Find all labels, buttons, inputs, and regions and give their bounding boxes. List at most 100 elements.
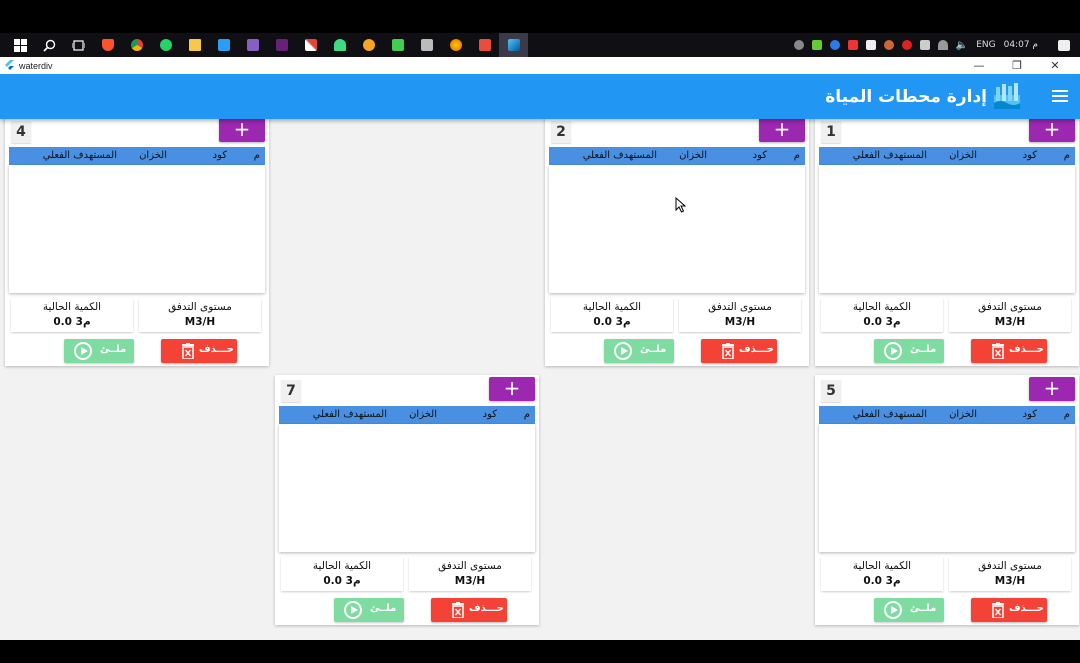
column-index: م — [1063, 409, 1070, 420]
fill-button[interactable]: ملــئ — [874, 339, 944, 363]
flow-rate-unit: M3/H — [454, 575, 486, 587]
tanks-table-body — [819, 165, 1075, 293]
fill-label: ملــئ — [370, 603, 397, 614]
current-quantity-label: الكمية الحالية — [852, 301, 912, 313]
firefox-icon[interactable] — [441, 33, 470, 57]
task-view-icon[interactable] — [64, 33, 93, 57]
delete-label: حـــذف — [739, 344, 774, 355]
flow-rate-box: مستوى التدفق M3/H — [679, 298, 801, 332]
whatsapp-icon[interactable] — [151, 33, 180, 57]
delete-label: حـــذف — [1009, 344, 1044, 355]
qt-creator-icon[interactable] — [383, 33, 412, 57]
flow-rate-box: مستوى التدفق M3/H — [409, 557, 531, 591]
delete-label: حـــذف — [199, 344, 234, 355]
snipping-icon[interactable] — [296, 33, 325, 57]
delete-button[interactable]: حـــذف — [971, 339, 1047, 363]
minimize-button[interactable]: — — [960, 57, 998, 74]
visual-studio-icon[interactable] — [238, 33, 267, 57]
flutter-app-icon — [4, 59, 16, 72]
current-quantity-box: الكمية الحالية 0.0 م3 — [821, 557, 943, 591]
tanks-table-body — [549, 165, 805, 293]
add-tank-button[interactable]: + — [759, 119, 805, 142]
water-station-logo-icon — [994, 83, 1020, 109]
column-tank: الخزان — [139, 150, 167, 161]
tanks-table-body — [819, 424, 1075, 552]
storage-icon[interactable] — [412, 33, 441, 57]
wifi-icon[interactable] — [937, 40, 948, 50]
visual-studio-2-icon[interactable] — [267, 33, 296, 57]
column-index: م — [793, 150, 800, 161]
tray-app-icon[interactable] — [811, 40, 822, 50]
hamburger-menu-icon[interactable] — [1050, 86, 1070, 106]
column-index: م — [1063, 150, 1070, 161]
restore-button[interactable]: ❐ — [998, 57, 1036, 74]
column-target: المستهدف الفعلي — [852, 409, 927, 420]
flow-rate-unit: M3/H — [994, 575, 1026, 587]
play-circle-icon — [74, 342, 92, 360]
table-header: م كود الخزان المستهدف الفعلي — [549, 147, 805, 165]
tanks-table-body — [279, 424, 535, 552]
brave-icon[interactable] — [93, 33, 122, 57]
column-target: المستهدف الفعلي — [582, 150, 657, 161]
column-code: كود — [482, 409, 497, 420]
station-number: 2 — [551, 121, 571, 143]
tray-red-icon[interactable] — [847, 40, 858, 50]
search-icon[interactable] — [35, 33, 64, 57]
language-indicator[interactable]: ENG — [976, 40, 995, 50]
delete-button[interactable]: حـــذف — [971, 598, 1047, 622]
station-number: 4 — [11, 121, 31, 143]
add-tank-button[interactable]: + — [1029, 119, 1075, 142]
people-icon[interactable] — [793, 40, 804, 50]
volume-icon[interactable]: 🔈 — [956, 40, 968, 51]
flutter-icon[interactable] — [499, 33, 528, 57]
table-header: م كود الخزان المستهدف الفعلي — [9, 147, 265, 165]
play-circle-icon — [344, 601, 362, 619]
column-tank: الخزان — [949, 150, 977, 161]
column-target: المستهدف الفعلي — [852, 150, 927, 161]
flow-rate-label: مستوى التدفق — [708, 301, 772, 313]
fill-button[interactable]: ملــئ — [874, 598, 944, 622]
current-quantity-value: 0.0 م3 — [53, 316, 91, 328]
add-tank-button[interactable]: + — [489, 377, 535, 401]
current-quantity-label: الكمية الحالية — [582, 301, 642, 313]
tray-brown-icon[interactable] — [883, 40, 894, 50]
column-tank: الخزان — [679, 150, 707, 161]
delete-button[interactable]: حـــذف — [431, 598, 507, 622]
fill-button[interactable]: ملــئ — [334, 598, 404, 622]
add-tank-button[interactable]: + — [1029, 377, 1075, 401]
fill-button[interactable]: ملــئ — [604, 339, 674, 363]
android-studio-icon[interactable] — [325, 33, 354, 57]
vscode-icon[interactable] — [209, 33, 238, 57]
flow-rate-unit: M3/H — [724, 316, 756, 328]
notification-icon[interactable] — [1058, 39, 1070, 51]
current-quantity-box: الكمية الحالية 0.0 م3 — [821, 298, 943, 332]
app-icon[interactable] — [354, 33, 383, 57]
chrome-icon[interactable] — [122, 33, 151, 57]
fill-button[interactable]: ملــئ — [64, 339, 134, 363]
battery-icon[interactable] — [919, 40, 930, 50]
delete-button[interactable]: حـــذف — [161, 339, 237, 363]
station-number: 5 — [821, 380, 841, 402]
play-circle-icon — [884, 601, 902, 619]
app-bar: إدارة محطات المياة — [0, 74, 1080, 119]
station-card-4: 4 + م كود الخزان المستهدف الفعلي مستوى ا… — [5, 119, 269, 366]
clock[interactable]: 04:07 م — [1004, 40, 1038, 50]
current-quantity-value: 0.0 م3 — [593, 316, 631, 328]
column-tank: الخزان — [949, 409, 977, 420]
codeblocks-icon[interactable] — [470, 33, 499, 57]
table-header: م كود الخزان المستهدف الفعلي — [819, 147, 1075, 165]
tray-white-icon[interactable] — [865, 40, 876, 50]
flow-rate-label: مستوى التدفق — [978, 560, 1042, 572]
windows-start-icon[interactable] — [6, 33, 35, 57]
add-tank-button[interactable]: + — [219, 119, 265, 142]
delete-button[interactable]: حـــذف — [701, 339, 777, 363]
close-button[interactable]: ✕ — [1036, 57, 1074, 74]
bluetooth-icon[interactable] — [829, 40, 840, 50]
antivirus-icon[interactable] — [901, 40, 912, 50]
flow-rate-unit: M3/H — [994, 316, 1026, 328]
trash-icon — [722, 343, 734, 359]
tanks-table-body — [9, 165, 265, 293]
file-explorer-icon[interactable] — [180, 33, 209, 57]
trash-icon — [452, 602, 464, 618]
station-card-2: 2 + م كود الخزان المستهدف الفعلي مستوى ا… — [545, 119, 809, 366]
